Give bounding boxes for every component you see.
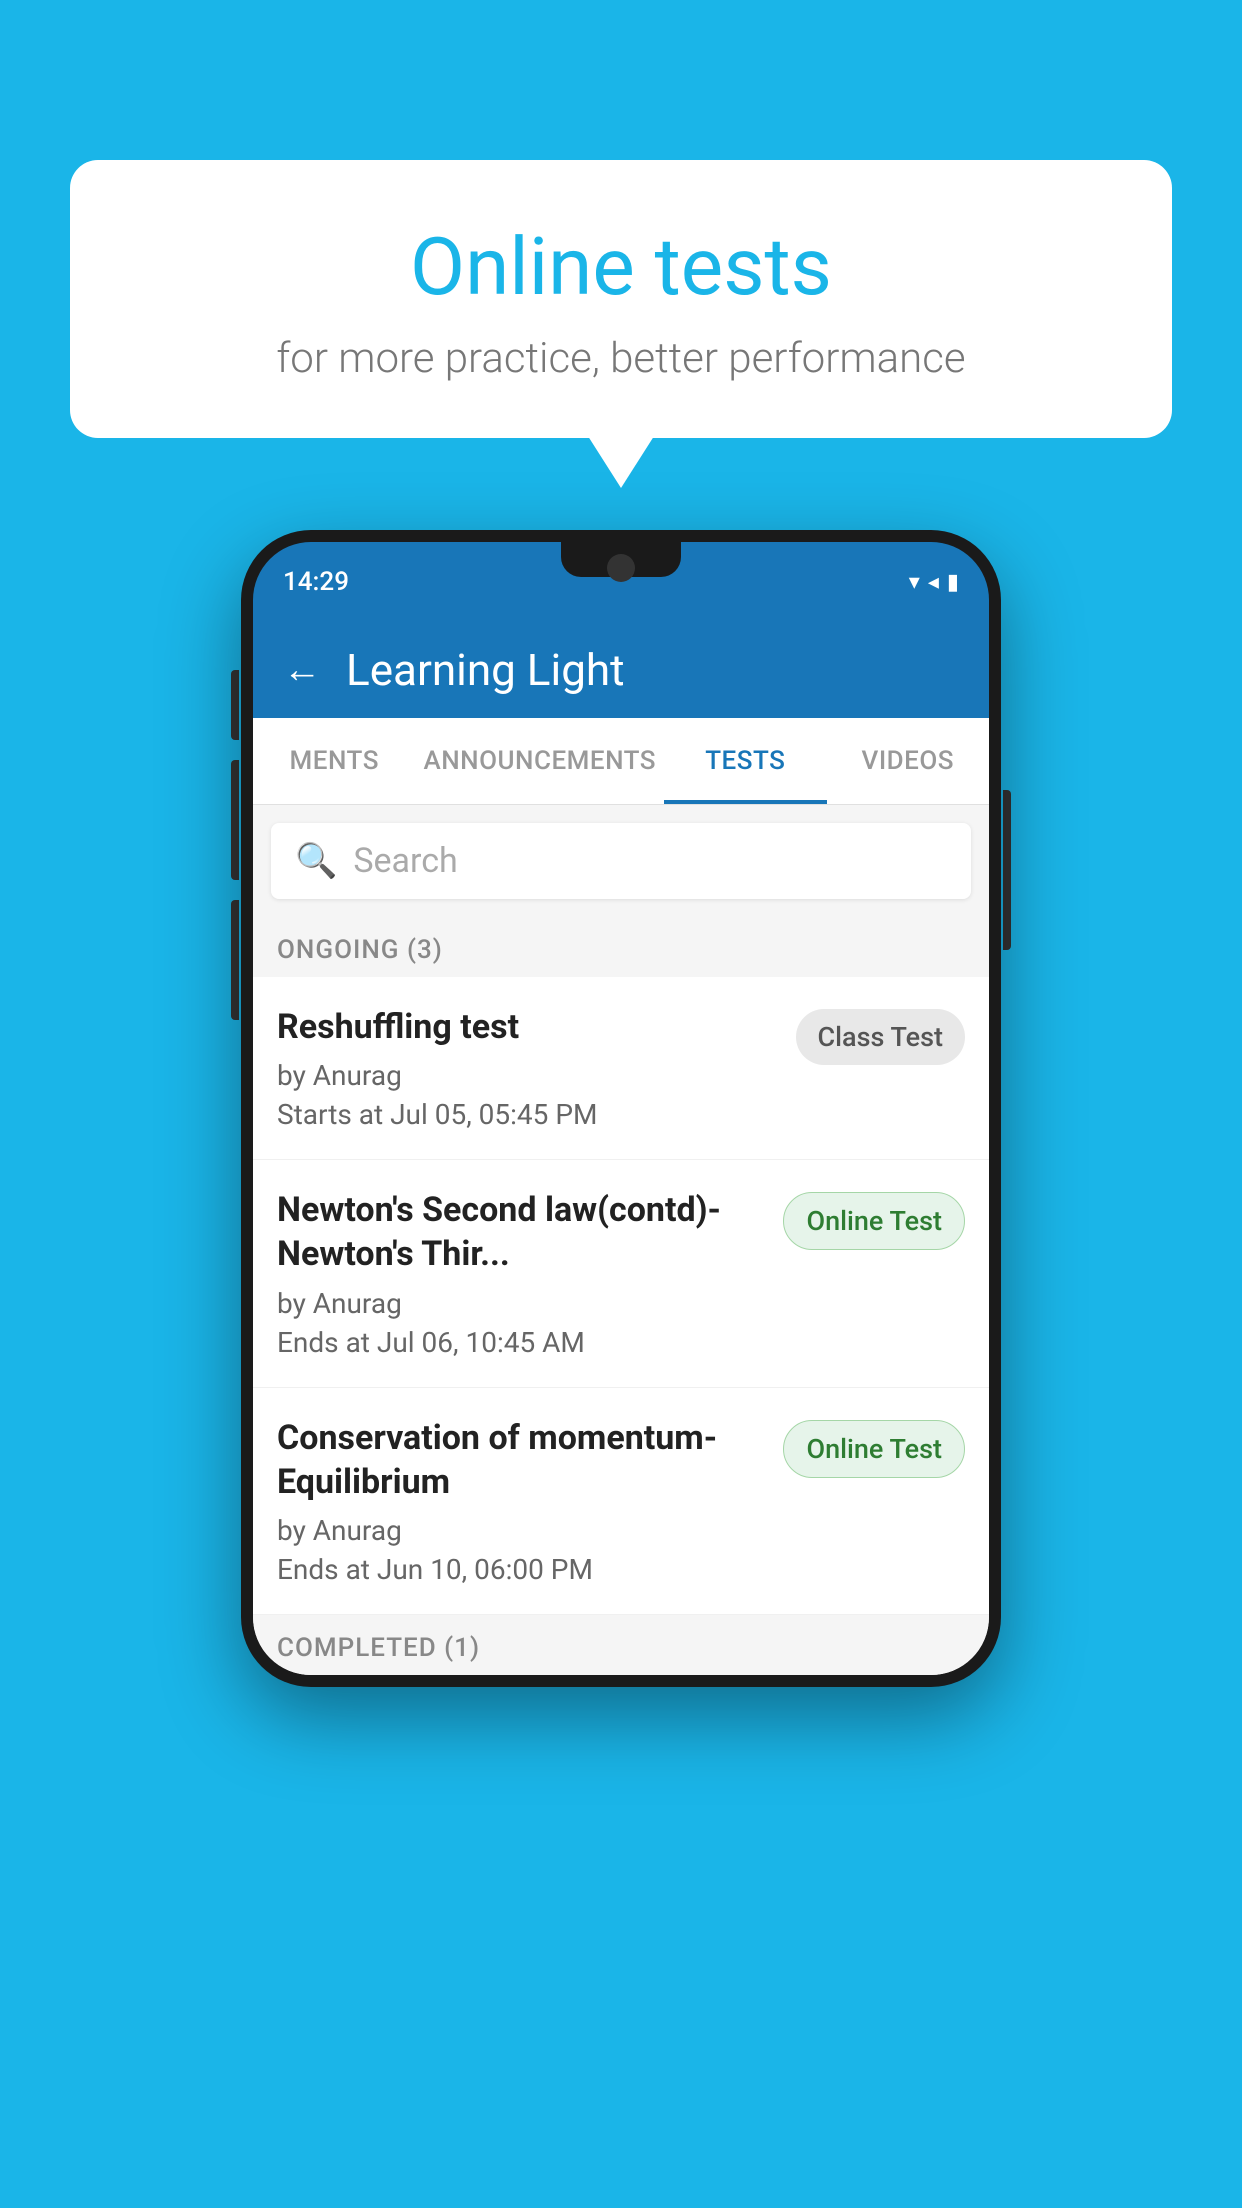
badge-online-test-1: Online Test	[783, 1192, 965, 1250]
tabs-bar: MENTS ANNOUNCEMENTS TESTS VIDEOS	[253, 718, 989, 805]
badge-class-test: Class Test	[796, 1009, 966, 1065]
volume-down-button	[231, 760, 239, 880]
search-input[interactable]: Search	[353, 841, 457, 881]
status-bar: 14:29 ▾ ◂ ▮	[253, 542, 989, 622]
wifi-icon: ▾	[909, 570, 920, 595]
app-header: ← Learning Light	[253, 622, 989, 718]
search-icon: 🔍	[295, 841, 337, 881]
test-time-reshuffling: Starts at Jul 05, 05:45 PM	[277, 1098, 781, 1131]
test-item-conservation[interactable]: Conservation of momentum-Equilibrium by …	[253, 1388, 989, 1615]
promo-subtitle: for more practice, better performance	[120, 334, 1122, 383]
speech-bubble-container: Online tests for more practice, better p…	[70, 160, 1172, 438]
badge-online-test-2: Online Test	[783, 1420, 965, 1478]
power-button	[1003, 790, 1011, 950]
test-name-newton: Newton's Second law(contd)-Newton's Thir…	[277, 1188, 768, 1276]
search-bar[interactable]: 🔍 Search	[271, 823, 971, 899]
tab-videos[interactable]: VIDEOS	[827, 718, 989, 804]
status-time: 14:29	[283, 567, 349, 597]
test-name-reshuffling: Reshuffling test	[277, 1005, 781, 1049]
app-title: Learning Light	[346, 644, 625, 696]
test-time-conservation: Ends at Jun 10, 06:00 PM	[277, 1553, 768, 1586]
test-name-conservation: Conservation of momentum-Equilibrium	[277, 1416, 768, 1504]
test-item-reshuffling[interactable]: Reshuffling test by Anurag Starts at Jul…	[253, 977, 989, 1160]
phone-mockup: 14:29 ▾ ◂ ▮ ← Learning Light MENTS ANNOU…	[241, 530, 1001, 1687]
phone-notch	[561, 542, 681, 577]
ongoing-section-header: ONGOING (3)	[253, 917, 989, 977]
test-by-reshuffling: by Anurag	[277, 1059, 781, 1092]
test-info-reshuffling: Reshuffling test by Anurag Starts at Jul…	[277, 1005, 781, 1131]
promo-title: Online tests	[120, 220, 1122, 314]
speech-bubble: Online tests for more practice, better p…	[70, 160, 1172, 438]
phone-frame: 14:29 ▾ ◂ ▮ ← Learning Light MENTS ANNOU…	[241, 530, 1001, 1687]
tab-tests[interactable]: TESTS	[664, 718, 826, 804]
battery-icon: ▮	[947, 570, 959, 595]
test-by-newton: by Anurag	[277, 1287, 768, 1320]
back-button[interactable]: ←	[283, 648, 321, 692]
status-icons: ▾ ◂ ▮	[909, 570, 959, 595]
tab-announcements[interactable]: ANNOUNCEMENTS	[415, 718, 664, 804]
completed-section-header: COMPLETED (1)	[253, 1615, 989, 1675]
volume-up-button	[231, 670, 239, 740]
signal-icon: ◂	[928, 570, 939, 595]
camera-dot	[607, 554, 635, 582]
tab-ments[interactable]: MENTS	[253, 718, 415, 804]
phone-screen: ← Learning Light MENTS ANNOUNCEMENTS TES…	[253, 622, 989, 1675]
test-info-conservation: Conservation of momentum-Equilibrium by …	[277, 1416, 768, 1586]
silent-button	[231, 900, 239, 1020]
test-item-newton[interactable]: Newton's Second law(contd)-Newton's Thir…	[253, 1160, 989, 1387]
test-info-newton: Newton's Second law(contd)-Newton's Thir…	[277, 1188, 768, 1358]
test-time-newton: Ends at Jul 06, 10:45 AM	[277, 1326, 768, 1359]
test-by-conservation: by Anurag	[277, 1514, 768, 1547]
